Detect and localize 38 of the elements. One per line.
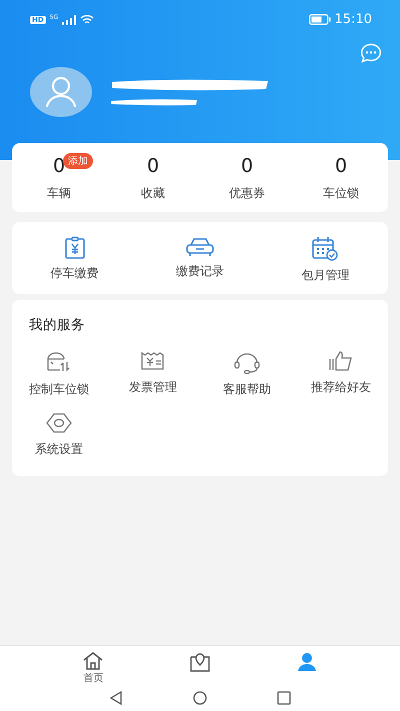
service-label[interactable]: 客服帮助 bbox=[223, 381, 271, 398]
tab-label[interactable]: 首页 bbox=[83, 671, 104, 685]
avatar-icon[interactable] bbox=[30, 67, 92, 117]
home-icon[interactable] bbox=[82, 652, 104, 670]
clock-time: 15:10 bbox=[334, 12, 372, 27]
section-title: 我的服务 bbox=[29, 316, 86, 334]
service-label[interactable]: 推荐给好友 bbox=[311, 379, 371, 396]
stat-count[interactable]: 0 bbox=[240, 155, 254, 177]
stat-count[interactable]: 0 bbox=[146, 155, 160, 177]
service-label[interactable]: 控制车位锁 bbox=[29, 381, 89, 398]
wifi-icon bbox=[80, 14, 94, 25]
parking-lock-icon[interactable] bbox=[46, 350, 72, 374]
user-icon[interactable] bbox=[296, 652, 318, 672]
signal-icon bbox=[62, 14, 76, 24]
back-icon[interactable] bbox=[109, 691, 123, 705]
stat-label[interactable]: 车位锁 bbox=[323, 185, 359, 202]
stat-label[interactable]: 优惠券 bbox=[229, 185, 265, 202]
receipt-icon[interactable] bbox=[62, 236, 87, 260]
action-label[interactable]: 包月管理 bbox=[301, 267, 350, 284]
battery-icon bbox=[308, 14, 331, 25]
calendar-icon[interactable] bbox=[311, 236, 340, 262]
action-label[interactable]: 缴费记录 bbox=[176, 263, 224, 280]
action-label[interactable]: 停车缴费 bbox=[50, 265, 99, 282]
recents-icon[interactable] bbox=[277, 691, 291, 705]
service-label[interactable]: 系统设置 bbox=[35, 441, 83, 458]
settings-icon[interactable] bbox=[46, 412, 72, 434]
thumbs-up-icon[interactable] bbox=[328, 350, 354, 372]
home-button-icon[interactable] bbox=[193, 691, 207, 705]
add-badge[interactable]: 添加 bbox=[62, 153, 93, 169]
service-label[interactable]: 发票管理 bbox=[129, 379, 177, 396]
invoice-icon[interactable] bbox=[140, 350, 166, 372]
stat-count[interactable]: 0 bbox=[334, 155, 348, 177]
stat-label[interactable]: 车辆 bbox=[47, 185, 71, 202]
stat-label[interactable]: 收藏 bbox=[141, 185, 165, 202]
message-icon[interactable] bbox=[360, 43, 382, 63]
map-pin-icon[interactable] bbox=[188, 652, 211, 672]
stat-count[interactable]: 0 bbox=[52, 155, 66, 177]
car-icon[interactable] bbox=[184, 236, 215, 258]
